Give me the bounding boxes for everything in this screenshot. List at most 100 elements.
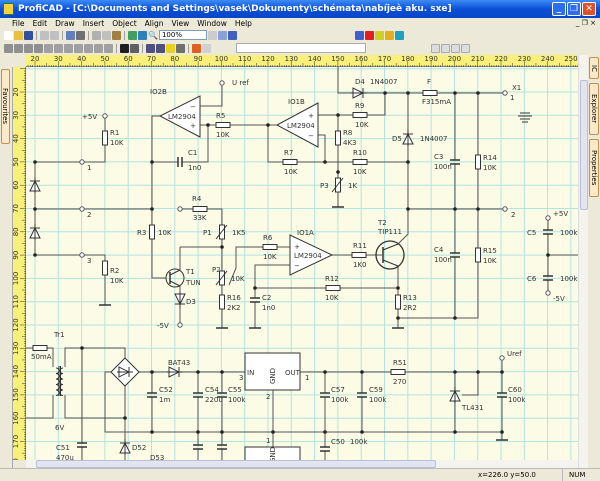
capacitor-c50[interactable] xyxy=(320,446,330,452)
wire[interactable] xyxy=(151,239,166,279)
menu-object[interactable]: Object xyxy=(112,19,136,28)
library-icon[interactable] xyxy=(128,30,137,40)
redo-icon[interactable] xyxy=(50,30,59,40)
zoom-select[interactable]: 100% xyxy=(158,30,207,40)
menu-draw[interactable]: Draw xyxy=(55,19,75,28)
menu-insert[interactable]: Insert xyxy=(83,19,105,28)
horizontal-scrollbar[interactable] xyxy=(26,460,578,468)
zoom-in-icon[interactable] xyxy=(217,30,227,40)
capacitor-c2[interactable] xyxy=(250,297,260,303)
cut-icon[interactable] xyxy=(92,30,101,40)
pan-icon[interactable] xyxy=(202,43,211,53)
wire[interactable] xyxy=(200,86,223,107)
resistor-r6[interactable] xyxy=(262,244,278,250)
zoom-dropdown-icon[interactable] xyxy=(207,30,217,40)
explorer-tab[interactable]: Explorer xyxy=(589,83,599,135)
open-icon[interactable] xyxy=(14,30,23,40)
pin-icon[interactable] xyxy=(385,30,394,40)
terminal[interactable] xyxy=(545,215,551,221)
terminal[interactable] xyxy=(79,252,85,258)
menu-help[interactable]: Help xyxy=(235,19,252,28)
circle-dot-icon[interactable] xyxy=(94,43,103,53)
diode-d4[interactable] xyxy=(351,87,367,99)
terminal[interactable] xyxy=(177,322,183,328)
wire[interactable] xyxy=(64,347,126,367)
diode-d5[interactable] xyxy=(402,130,414,146)
diode-d3[interactable] xyxy=(174,292,186,308)
resistor-r12[interactable] xyxy=(325,285,341,291)
size-select[interactable] xyxy=(370,43,430,53)
close-button[interactable]: ✕ xyxy=(582,2,596,16)
wire[interactable] xyxy=(267,125,283,163)
resistor-r3[interactable] xyxy=(149,224,155,240)
copy-icon[interactable] xyxy=(102,30,111,40)
table-icon[interactable] xyxy=(130,43,139,53)
terminal[interactable] xyxy=(79,206,85,212)
wire[interactable] xyxy=(367,93,386,116)
terminal[interactable] xyxy=(79,159,85,165)
print-icon[interactable] xyxy=(76,30,85,40)
wire[interactable] xyxy=(84,145,106,163)
print-preview-icon[interactable] xyxy=(66,30,75,40)
resistor-r1[interactable] xyxy=(102,130,108,146)
rectangle-icon[interactable] xyxy=(44,43,53,53)
terminal[interactable] xyxy=(499,355,505,361)
image-icon[interactable] xyxy=(138,30,147,40)
menu-view[interactable]: View xyxy=(171,19,189,28)
wire-icon[interactable] xyxy=(146,43,155,53)
resistor-r8[interactable] xyxy=(335,130,341,146)
resistor-r51[interactable] xyxy=(390,369,406,375)
triangle-icon[interactable] xyxy=(74,43,83,53)
ic-tab[interactable]: IC xyxy=(589,57,599,79)
junction-icon[interactable] xyxy=(156,43,165,53)
resistor-r11[interactable] xyxy=(351,252,367,258)
vertical-scrollbar[interactable] xyxy=(578,55,588,468)
transformer-tr1[interactable] xyxy=(55,366,64,396)
bezier-icon[interactable] xyxy=(34,43,43,53)
italic-icon[interactable] xyxy=(441,43,450,53)
wire[interactable] xyxy=(64,395,125,419)
wire[interactable] xyxy=(397,209,409,245)
fuse-f[interactable] xyxy=(422,90,438,96)
resistor-r4[interactable] xyxy=(192,206,208,212)
terminal[interactable] xyxy=(545,290,551,296)
lines-icon[interactable] xyxy=(104,43,113,53)
menu-align[interactable]: Align xyxy=(145,19,164,28)
terminal[interactable] xyxy=(102,113,108,119)
resistor-r15[interactable] xyxy=(475,247,481,263)
resistor-r7[interactable] xyxy=(282,159,298,165)
heart-icon[interactable] xyxy=(365,30,374,40)
ellipse-icon[interactable] xyxy=(64,43,73,53)
line-icon[interactable] xyxy=(4,43,13,53)
new-icon[interactable] xyxy=(4,30,13,40)
text-icon[interactable] xyxy=(120,43,129,53)
chassis-symbol[interactable] xyxy=(518,112,532,123)
hatch-icon[interactable] xyxy=(84,43,93,53)
paste-icon[interactable] xyxy=(112,30,121,40)
vertical-scroll-thumb[interactable] xyxy=(580,80,588,210)
favourites-tab[interactable]: Favourites xyxy=(1,69,10,144)
font-select[interactable] xyxy=(236,43,366,53)
star-icon[interactable] xyxy=(375,30,384,40)
select-icon[interactable] xyxy=(192,43,201,53)
menu-edit[interactable]: Edit xyxy=(33,19,48,28)
menu-window[interactable]: Window xyxy=(197,19,227,28)
underline-icon[interactable] xyxy=(451,43,460,53)
terminal[interactable] xyxy=(502,90,508,96)
save-icon[interactable] xyxy=(24,30,33,40)
drawing-canvas[interactable]: + − + − + − U ref IO2B LM2904 IO1B LM2904 IO1A LM290… xyxy=(26,67,578,460)
text-settings-icon[interactable] xyxy=(461,43,470,53)
terminal[interactable] xyxy=(502,206,508,212)
maximize-button[interactable]: ❐ xyxy=(567,2,581,16)
properties-tab[interactable]: Properties xyxy=(589,139,599,197)
wire[interactable] xyxy=(337,67,352,94)
frame-icon[interactable] xyxy=(395,30,404,40)
zoom-icon[interactable]: 🔍 xyxy=(148,31,158,40)
grid-icon[interactable] xyxy=(227,30,237,40)
polyline-icon[interactable] xyxy=(14,43,23,53)
undo-icon[interactable] xyxy=(40,30,49,40)
wire[interactable] xyxy=(405,361,503,373)
connector-icon[interactable] xyxy=(176,43,185,53)
resistor-r2[interactable] xyxy=(102,260,108,276)
arc-icon[interactable] xyxy=(24,43,33,53)
